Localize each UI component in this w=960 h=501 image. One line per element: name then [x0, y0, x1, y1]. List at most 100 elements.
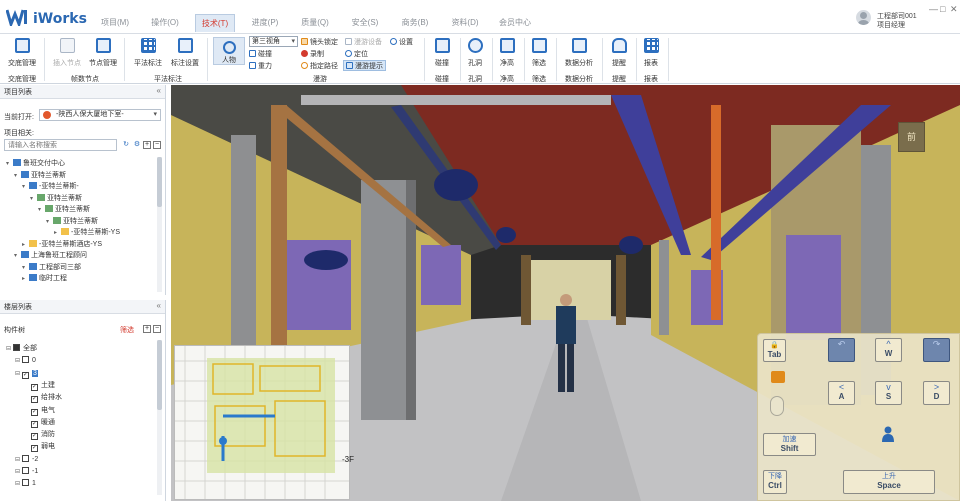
checkbox[interactable] [22, 479, 29, 487]
record-button[interactable]: 录制 [301, 49, 324, 60]
roam-hint-button[interactable]: 漫游提示 [343, 60, 386, 71]
menu-item[interactable]: 安全(S) [345, 14, 385, 32]
tree-node[interactable]: ▾ 亚特兰蒂斯 [46, 216, 98, 227]
menu-item[interactable]: 操作(O) [145, 14, 185, 32]
menu-item[interactable]: 项目(M) [95, 14, 135, 32]
locate-button[interactable]: 定位 [345, 49, 368, 60]
data-analysis-button[interactable]: 数据分析 [559, 38, 599, 68]
view-mode-select[interactable]: 第三视角 [249, 36, 298, 47]
floor-tree-node[interactable]: ✓ 给排水 [24, 392, 62, 404]
person-roam-button[interactable]: 人物 [213, 37, 245, 65]
floor-tree-node[interactable]: ✓ 消防 [24, 429, 55, 441]
expand-toggle-icon[interactable]: ⊟ [15, 369, 22, 380]
menu-item[interactable]: 商务(B) [395, 14, 435, 32]
lock-camera-button[interactable]: 镜头锁定 [301, 37, 338, 48]
report-button[interactable]: 报表 [631, 38, 671, 68]
expand-toggle-icon[interactable]: ⊟ [15, 467, 22, 478]
tree-node[interactable]: ▾ 亚特兰蒂斯 [38, 204, 90, 215]
floor-tree-node[interactable]: ⊟ -2 [15, 454, 38, 465]
key-tab[interactable]: 🔒 Tab [763, 339, 786, 362]
checkbox[interactable]: ✓ [31, 433, 38, 441]
roam-device-button[interactable]: 漫游设备 [345, 37, 382, 48]
floor-tree-node[interactable]: ✓ 弱电 [24, 441, 55, 453]
tree-node[interactable]: ▾ 上海鲁班工程顾问 [14, 250, 87, 261]
filter-button[interactable]: 筛选 [519, 38, 559, 68]
user-info[interactable]: 工程部司001 项目经理 [856, 9, 918, 29]
checkbox[interactable] [22, 467, 29, 474]
expand-all-icon[interactable]: + [143, 141, 151, 149]
floor-tree-scrollbar[interactable] [157, 340, 162, 495]
chevron-down-icon[interactable]: ▾ [14, 171, 21, 182]
collapse-all-icon[interactable]: − [153, 141, 161, 149]
floor-tree-node[interactable]: ⊟ 全部 [6, 343, 37, 354]
checkbox[interactable]: ✓ [31, 420, 38, 428]
floor-tree-node[interactable]: ⊟ 1 [15, 478, 36, 489]
tree-node[interactable]: ▾ 鲁班交付中心 [6, 158, 65, 169]
tree-node[interactable]: ▸ 临时工程 [22, 273, 67, 284]
collapse-button[interactable]: « [157, 301, 161, 310]
chevron-down-icon[interactable]: ▾ [38, 205, 45, 216]
insert-node-button[interactable]: 插入节点 [47, 38, 87, 68]
tree-node[interactable]: ▾ 工程部司三部 [22, 262, 81, 273]
person-icon[interactable] [881, 426, 895, 442]
project-tree-scrollbar[interactable] [157, 157, 162, 292]
checkbox[interactable]: ✓ [31, 396, 38, 404]
chevron-down-icon[interactable]: ▾ [6, 159, 13, 170]
checkbox[interactable] [22, 356, 29, 364]
maximize-button[interactable]: □ [940, 4, 945, 14]
floor-tree-node[interactable]: ✓ 电气 [24, 405, 55, 416]
tree-node[interactable]: ▾ -亚特兰蒂斯- [22, 181, 79, 192]
chevron-down-icon[interactable]: ▾ [22, 263, 29, 274]
chevron-right-icon[interactable]: ▸ [22, 240, 29, 251]
fixed-path-button[interactable]: 指定路径 [301, 61, 338, 72]
view-cube-front[interactable]: 前 [898, 122, 925, 152]
tree-node[interactable]: ▾ 亚特兰蒂斯 [14, 170, 66, 181]
mark-settings-button[interactable]: 标注设置 [165, 38, 205, 68]
expand-toggle-icon[interactable]: ⊟ [15, 479, 22, 490]
filter-link[interactable]: 筛选 [120, 325, 134, 335]
menu-item[interactable]: 资料(D) [445, 14, 485, 32]
tree-node[interactable]: ▾ 亚特兰蒂斯 [30, 193, 82, 204]
camera-icon[interactable] [771, 371, 785, 383]
menu-item[interactable]: 技术(T) [195, 14, 235, 32]
key-shift[interactable]: 加速 Shift [763, 433, 816, 456]
checkbox[interactable]: ✓ [22, 371, 29, 379]
avatar[interactable] [856, 10, 871, 25]
collapse-all-icon[interactable]: − [153, 325, 161, 333]
floor-tree-node[interactable]: ⊟ 0 [15, 355, 36, 366]
floor-tree-node[interactable]: ✓ 暖通 [24, 417, 55, 428]
minimap[interactable] [174, 345, 350, 500]
floor-tree-node[interactable]: ⊟ ✓ 3 [15, 368, 38, 379]
tree-node[interactable]: ▸ -亚特兰蒂斯酒店-YS [22, 239, 102, 250]
jiaodi-button[interactable]: 交底管理 [2, 38, 42, 68]
chevron-right-icon[interactable]: ▸ [54, 228, 61, 239]
close-button[interactable]: ✕ [950, 4, 958, 15]
checkbox[interactable]: ✓ [31, 408, 38, 416]
pingfa-mark-button[interactable]: 平法标注 [128, 38, 168, 68]
chevron-down-icon[interactable]: ▾ [22, 182, 29, 193]
expand-toggle-icon[interactable]: ⊟ [15, 356, 22, 367]
chevron-right-icon[interactable]: ▸ [22, 274, 29, 285]
chevron-down-icon[interactable]: ▾ [30, 194, 37, 205]
key-ctrl[interactable]: 下降 Ctrl [763, 470, 787, 494]
search-input[interactable] [4, 139, 117, 151]
node-manage-button[interactable]: 节点管理 [83, 38, 123, 68]
menu-item[interactable]: 会员中心(C) [495, 14, 535, 45]
tree-node[interactable]: ▸ -亚特兰蒂斯-YS [54, 227, 120, 238]
menu-item[interactable]: 进度(P) [245, 14, 285, 32]
minimize-button[interactable]: — [929, 4, 938, 14]
checkbox[interactable] [22, 454, 29, 462]
gear-icon[interactable]: ⚙ [133, 141, 141, 149]
key-turn-left[interactable]: ↶ [828, 338, 855, 362]
key-s[interactable]: v S [875, 381, 902, 405]
collapse-button[interactable]: « [157, 86, 161, 95]
chevron-down-icon[interactable]: ▾ [14, 251, 21, 262]
roam-settings-button[interactable]: 设置 [390, 37, 413, 48]
key-turn-right[interactable]: ↷ [923, 338, 950, 362]
current-project-select[interactable]: -陕西人保大厦地下室- [39, 109, 161, 121]
expand-toggle-icon[interactable]: ⊟ [6, 344, 13, 355]
key-d[interactable]: > D [923, 381, 950, 405]
expand-toggle-icon[interactable]: ⊟ [15, 455, 22, 466]
key-a[interactable]: < A [828, 381, 855, 405]
menu-item[interactable]: 质量(Q) [295, 14, 335, 32]
